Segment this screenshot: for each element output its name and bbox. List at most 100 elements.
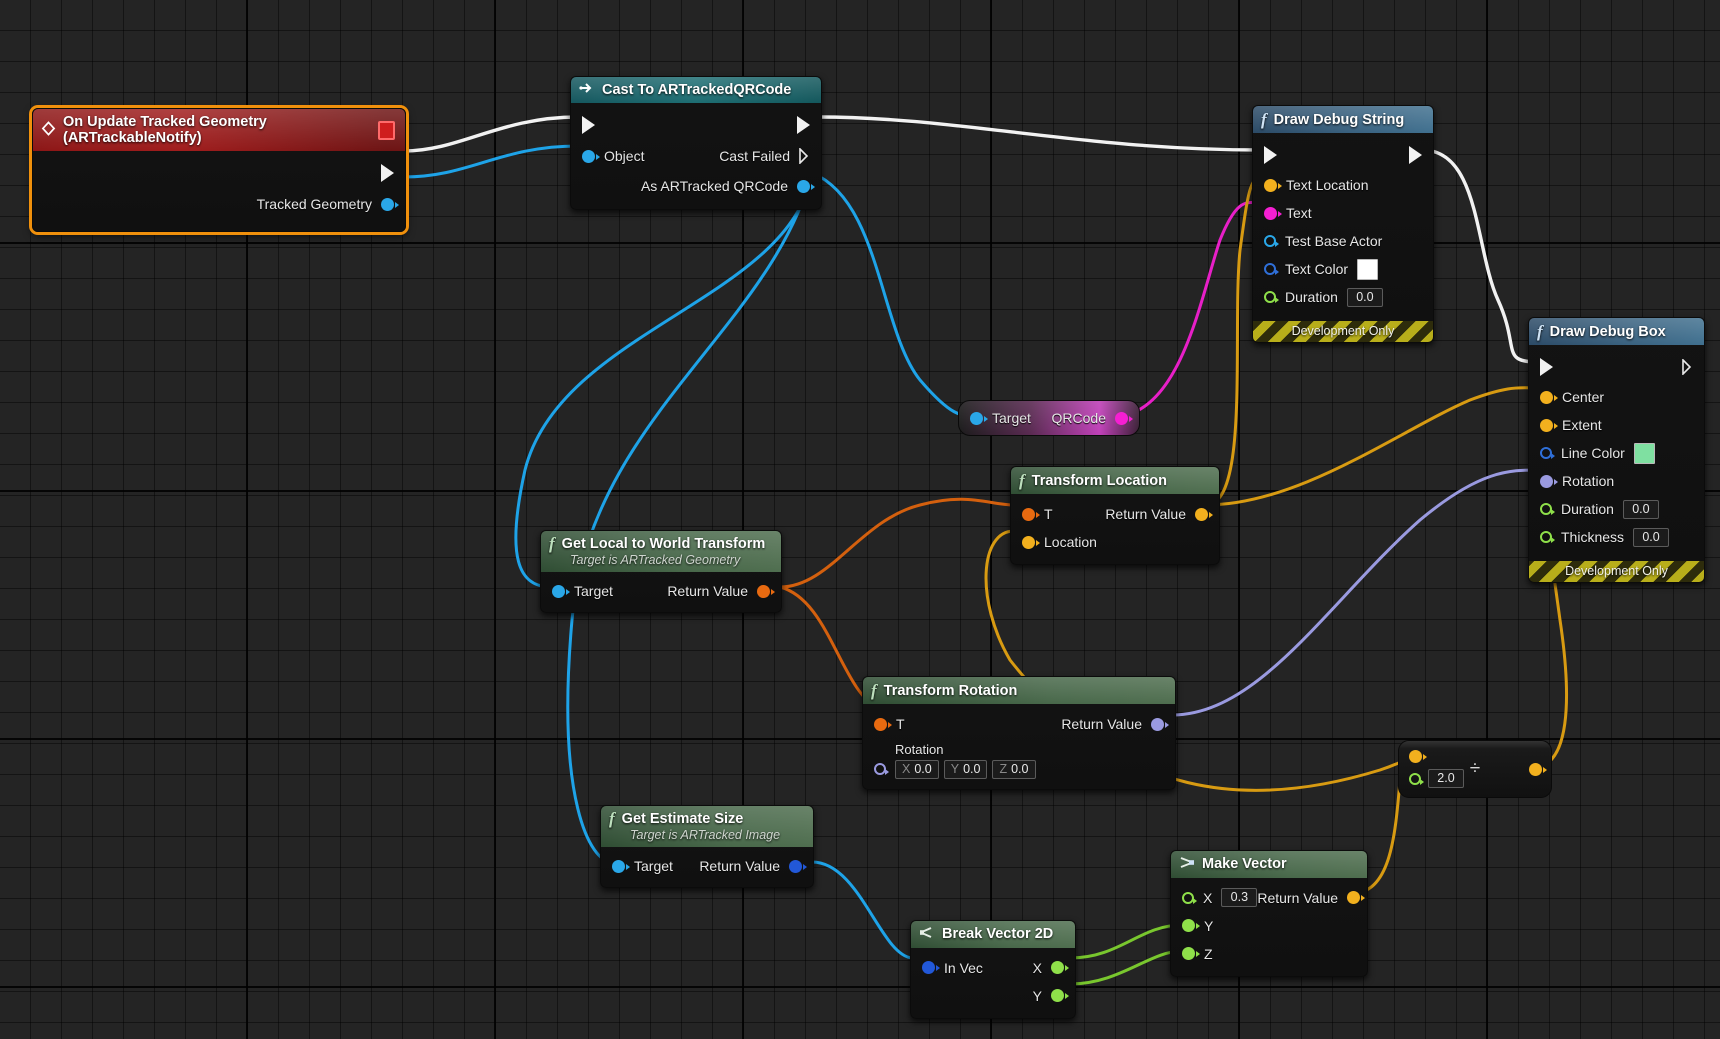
node-qrcode-variable[interactable]: Target QRCode [958, 400, 1140, 436]
node-break-vector-2d[interactable]: Break Vector 2D In Vec X Y [910, 920, 1076, 1019]
out-pin-tracked-geometry[interactable]: Tracked Geometry [257, 196, 405, 212]
out-pin-return-value[interactable]: Return Value [699, 858, 813, 874]
out-pin-y[interactable]: Y [1033, 988, 1075, 1004]
in-pin-y[interactable]: Y [1171, 912, 1367, 940]
in-pin-location[interactable]: Location [1011, 528, 1219, 556]
in-pin-target[interactable]: Target [959, 410, 1031, 426]
rotation-z-value: 0.0 [1011, 762, 1029, 776]
in-pin-z[interactable]: Z [1171, 940, 1367, 968]
in-pin-t[interactable]: T [863, 716, 905, 732]
pin-label: Return Value [1061, 716, 1142, 732]
blueprint-graph-canvas[interactable]: On Update Tracked Geometry (ARTrackableN… [0, 0, 1720, 1039]
out-pin-return-value[interactable]: Return Value [1105, 506, 1219, 522]
rotator-pin-icon [874, 762, 889, 775]
node-header: On Update Tracked Geometry (ARTrackableN… [33, 109, 405, 151]
out-pin-as-artracked-qrcode[interactable]: As ARTracked QRCode [641, 178, 821, 194]
line-color-swatch[interactable] [1633, 442, 1655, 464]
transform-pin-icon [1022, 507, 1040, 521]
pin-label: Text [1286, 205, 1312, 221]
node-divide[interactable]: 2.0 ÷ [1398, 740, 1552, 798]
out-pin-cast-failed[interactable]: Cast Failed [719, 147, 821, 165]
out-pin-result[interactable] [1529, 762, 1551, 776]
in-pin-rotation[interactable]: Rotation X 0.0 Y 0.0 Z 0.0 [863, 738, 1175, 781]
exec-in-pin[interactable] [1253, 146, 1277, 164]
exec-out-pin[interactable] [1682, 358, 1704, 376]
node-get-local-to-world-transform[interactable]: f Get Local to World Transform Target is… [540, 530, 782, 613]
duration-input[interactable]: 0.0 [1346, 287, 1383, 307]
pin-label: Target [634, 858, 673, 874]
in-pin-duration[interactable]: Duration 0.0 [1253, 283, 1433, 311]
exec-triangle-icon [1264, 146, 1277, 164]
out-pin-return-value[interactable]: Return Value [667, 583, 781, 599]
pin-label: Object [604, 148, 645, 164]
rotation-z-input[interactable]: Z 0.0 [992, 760, 1036, 779]
in-pin-thickness[interactable]: Thickness 0.0 [1529, 523, 1704, 551]
node-transform-rotation[interactable]: f Transform Rotation T Return Value Rota… [862, 676, 1176, 790]
node-title: Draw Debug Box [1549, 323, 1666, 340]
in-pin-extent[interactable]: Extent [1529, 411, 1704, 439]
pin-label: Return Value [667, 583, 748, 599]
make-struct-icon [1179, 856, 1195, 873]
duration-input[interactable]: 0.0 [1622, 499, 1659, 519]
function-f-icon: f [1019, 471, 1025, 490]
exec-triangle-icon [582, 116, 595, 134]
in-pin-test-base-actor[interactable]: Test Base Actor [1253, 227, 1433, 255]
vector-pin-icon [1264, 178, 1282, 192]
exec-out-pin[interactable] [797, 116, 821, 134]
node-header: f Transform Location [1011, 467, 1219, 494]
in-pin-text[interactable]: Text [1253, 199, 1433, 227]
in-pin-text-color[interactable]: Text Color [1253, 255, 1433, 283]
in-pin-target[interactable]: Target [601, 858, 673, 874]
development-only-footer: Development Only [1253, 321, 1433, 342]
in-pin-object[interactable]: Object [571, 148, 644, 164]
pin-label: Location [1044, 534, 1097, 550]
exec-in-pin[interactable] [1529, 358, 1553, 376]
node-transform-location[interactable]: f Transform Location T Return Value Loca… [1010, 466, 1220, 565]
x-input[interactable]: 0.3 [1221, 888, 1258, 907]
delegate-square-icon[interactable] [377, 120, 395, 140]
in-pin-t[interactable]: T [1011, 506, 1053, 522]
out-pin-return-value[interactable]: Return Value [1061, 716, 1175, 732]
pin-label: As ARTracked QRCode [640, 178, 788, 194]
node-draw-debug-string[interactable]: f Draw Debug String Text Location Text T… [1252, 105, 1434, 343]
exec-triangle-icon [1409, 146, 1422, 164]
pin-label: Test Base Actor [1285, 233, 1383, 249]
in-pin-line-color[interactable]: Line Color [1529, 439, 1704, 467]
node-title: Get Local to World Transform [561, 535, 766, 552]
pin-label: In Vec [944, 959, 983, 976]
text-color-swatch[interactable] [1357, 258, 1379, 280]
break-struct-icon [919, 926, 935, 943]
exec-out-pin[interactable] [381, 164, 405, 182]
vector-pin-icon [1195, 507, 1213, 521]
node-get-estimate-size[interactable]: f Get Estimate Size Target is ARTracked … [600, 805, 814, 888]
exec-out-pin[interactable] [1409, 146, 1433, 164]
development-only-footer: Development Only [1529, 561, 1704, 582]
node-subtitle: Target is ARTracked Image [630, 828, 781, 842]
out-pin-x[interactable]: X [1033, 960, 1075, 976]
rotation-y-input[interactable]: Y 0.0 [943, 760, 988, 779]
node-header: f Get Local to World Transform Target is… [541, 531, 781, 572]
in-pin-text-location[interactable]: Text Location [1253, 171, 1433, 199]
node-make-vector[interactable]: Make Vector X 0.3 Return Value Y Z [1170, 850, 1368, 977]
in-pin-center[interactable]: Center [1529, 383, 1704, 411]
divisor-input[interactable]: 2.0 [1428, 769, 1464, 788]
float-pin-icon [1540, 531, 1555, 543]
exec-outline-icon [1682, 358, 1693, 376]
pin-label: Thickness [1561, 529, 1625, 545]
exec-in-pin[interactable] [571, 116, 595, 134]
vector-pin-icon [1347, 891, 1366, 904]
in-pin-x[interactable]: X 0.3 [1171, 888, 1258, 907]
out-pin-qrcode[interactable]: QRCode [1052, 410, 1139, 426]
in-pin-in-vec[interactable]: In Vec [911, 960, 983, 976]
in-pin-rotation[interactable]: Rotation [1529, 467, 1704, 495]
node-cast-to-artrackedqrcode[interactable]: Cast To ARTrackedQRCode Object Cast Fail… [570, 76, 822, 210]
out-pin-return-value[interactable]: Return Value [1257, 890, 1371, 906]
node-on-update-tracked-geometry[interactable]: On Update Tracked Geometry (ARTrackableN… [32, 108, 406, 232]
node-draw-debug-box[interactable]: f Draw Debug Box Center Extent Line Colo… [1528, 317, 1705, 583]
divide-icon: ÷ [1469, 758, 1481, 780]
in-pin-duration[interactable]: Duration 0.0 [1529, 495, 1704, 523]
pin-label: Y [1204, 917, 1214, 934]
rotation-x-input[interactable]: X 0.0 [895, 760, 939, 779]
thickness-input[interactable]: 0.0 [1633, 527, 1670, 547]
in-pin-target[interactable]: Target [541, 583, 613, 599]
